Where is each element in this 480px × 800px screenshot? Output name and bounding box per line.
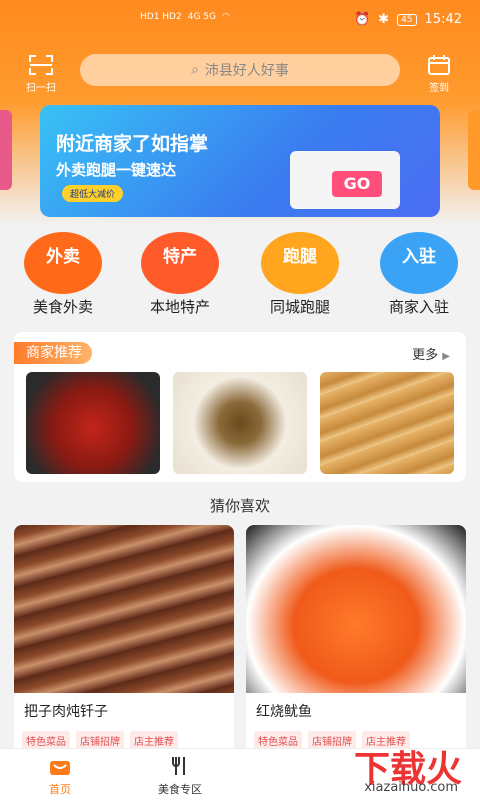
category-circle: 特产 bbox=[141, 232, 219, 294]
wifi-icon: ◠ bbox=[221, 12, 230, 22]
banner-next-peek[interactable] bbox=[468, 110, 480, 190]
tab-food-zone[interactable]: 美食专区 bbox=[140, 755, 220, 797]
food-card-name: 把子肉炖钎子 bbox=[24, 704, 108, 720]
search-placeholder: 沛县好人好事 bbox=[204, 63, 289, 79]
signal-indicator: 4G 5G bbox=[187, 12, 216, 22]
merchant-section-title: 商家推荐 bbox=[14, 342, 92, 364]
scan-button[interactable]: 扫一扫 bbox=[24, 54, 58, 94]
banner-headline: 附近商家了如指掌 bbox=[56, 133, 209, 155]
clock: 15:42 bbox=[424, 12, 462, 27]
scan-icon bbox=[29, 55, 53, 75]
category-grid: 外卖 美食外卖 特产 本地特产 跑腿 同城跑腿 入驻 商家入驻 bbox=[0, 232, 480, 320]
category-circle: 入驻 bbox=[380, 232, 458, 294]
banner-badge: 超低大减价 bbox=[62, 185, 124, 202]
food-card-image bbox=[246, 525, 466, 693]
alarm-icon: ⏰ bbox=[353, 12, 371, 27]
category-errand[interactable]: 跑腿 同城跑腿 bbox=[245, 232, 355, 317]
merchant-image-rolls[interactable] bbox=[320, 372, 454, 474]
home-icon bbox=[48, 755, 72, 777]
status-right: ⏰ ✱ 45 15:42 bbox=[354, 12, 462, 27]
chevron-right-icon: ▶ bbox=[442, 351, 450, 362]
promo-banner[interactable]: 附近商家了如指掌 外卖跑腿一键速达 超低大减价 GO bbox=[40, 105, 440, 217]
category-label: 商家入驻 bbox=[388, 298, 449, 316]
tab-home-label: 首页 bbox=[49, 783, 71, 796]
banner-subline: 外卖跑腿一键速达 bbox=[56, 161, 177, 179]
scan-label: 扫一扫 bbox=[26, 83, 56, 94]
search-input[interactable]: ⌕ 沛县好人好事 bbox=[80, 54, 400, 86]
category-circle: 跑腿 bbox=[261, 232, 339, 294]
banner-go: GO bbox=[332, 171, 382, 197]
category-label: 美食外卖 bbox=[32, 298, 93, 316]
tab-home[interactable]: 首页 bbox=[20, 755, 100, 797]
cutlery-icon bbox=[168, 755, 192, 777]
food-card-image bbox=[14, 525, 234, 693]
search-icon: ⌕ bbox=[191, 62, 199, 78]
more-link[interactable]: 更多 ▶ bbox=[412, 344, 450, 363]
watermark-logo: 下载火 xiazaihuo.com bbox=[292, 740, 472, 796]
battery-indicator: 45 bbox=[397, 13, 417, 26]
merchant-recommend-section: 商家推荐 更多 ▶ bbox=[14, 332, 466, 482]
category-label: 本地特产 bbox=[149, 298, 210, 316]
merchant-image-crayfish[interactable] bbox=[26, 372, 160, 474]
sign-label: 签到 bbox=[429, 83, 449, 94]
food-card[interactable]: 把子肉炖钎子 特色菜品 店铺招牌 店主推荐 bbox=[14, 525, 234, 755]
merchant-image-dish[interactable] bbox=[173, 372, 307, 474]
sign-in-button[interactable]: 签到 bbox=[422, 54, 456, 94]
calendar-icon bbox=[428, 55, 450, 75]
bluetooth-icon: ✱ bbox=[378, 12, 390, 27]
food-card[interactable]: 红烧鱿鱼 特色菜品 店铺招牌 店主推荐 bbox=[246, 525, 466, 755]
category-food-delivery[interactable]: 外卖 美食外卖 bbox=[8, 232, 118, 317]
category-circle: 外卖 bbox=[24, 232, 102, 294]
watermark-url: xiazaihuo.com bbox=[364, 780, 458, 795]
category-local-specialty[interactable]: 特产 本地特产 bbox=[125, 232, 235, 317]
category-merchant-join[interactable]: 入驻 商家入驻 bbox=[364, 232, 474, 317]
food-card-name: 红烧鱿鱼 bbox=[256, 704, 312, 720]
status-left: HD1 HD2 4G 5G ◠ bbox=[140, 12, 230, 22]
tab-food-label: 美食专区 bbox=[158, 783, 202, 796]
guess-you-like-title: 猜你喜欢 bbox=[209, 497, 270, 515]
status-bar: HD1 HD2 4G 5G ◠ ⏰ ✱ 45 15:42 bbox=[0, 0, 480, 40]
sim-indicator: HD1 HD2 bbox=[140, 12, 182, 22]
more-label: 更多 bbox=[412, 348, 439, 363]
banner-prev-peek[interactable] bbox=[0, 110, 12, 190]
category-label: 同城跑腿 bbox=[269, 298, 330, 316]
